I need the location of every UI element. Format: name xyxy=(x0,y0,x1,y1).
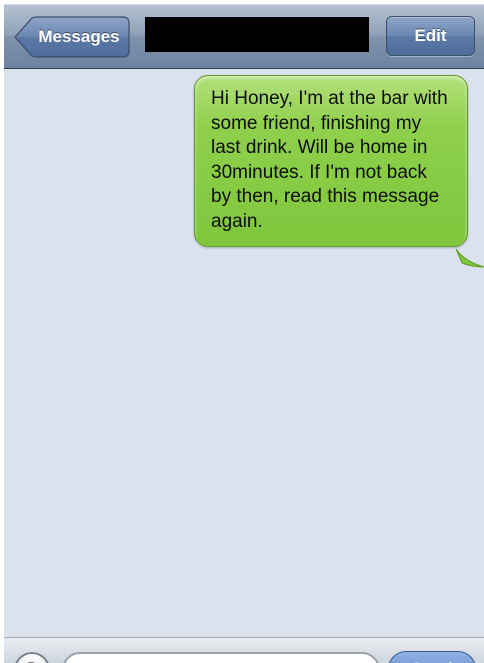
edit-button[interactable]: Edit xyxy=(386,16,475,56)
compose-bar: Send xyxy=(4,637,484,663)
message-input[interactable] xyxy=(62,652,380,663)
messages-screen: Messages Edit Hi Honey, I'm at the bar w… xyxy=(4,4,484,663)
message-thread[interactable]: Hi Honey, I'm at the bar with some frien… xyxy=(4,69,484,637)
back-button-label: Messages xyxy=(38,27,120,46)
sent-message-bubble[interactable]: Hi Honey, I'm at the bar with some frien… xyxy=(194,75,468,247)
camera-button[interactable] xyxy=(14,652,50,663)
bubble-tail-icon xyxy=(456,248,484,268)
recipient-name-redacted xyxy=(145,17,369,52)
messages-back-button[interactable]: Messages xyxy=(14,16,130,58)
navigation-bar: Messages Edit xyxy=(4,4,484,69)
send-button[interactable]: Send xyxy=(388,651,476,663)
